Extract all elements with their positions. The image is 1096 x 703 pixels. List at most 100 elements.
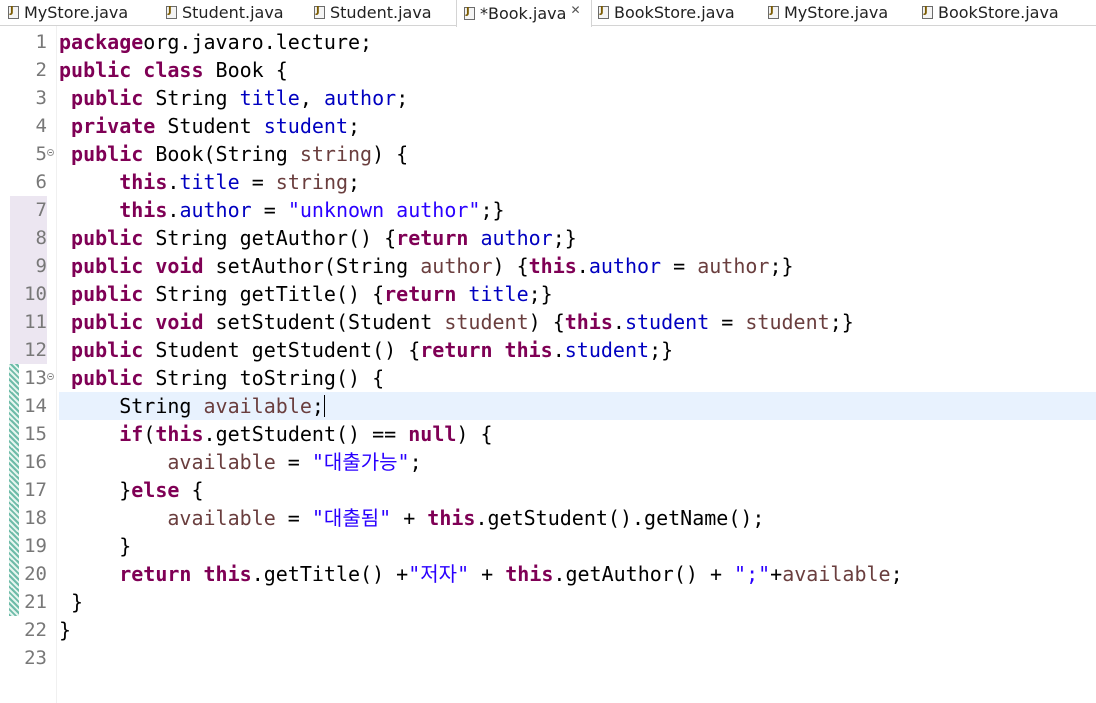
code-line[interactable]: 19 } — [0, 532, 1096, 560]
line-number: 21 — [24, 591, 47, 613]
code-line[interactable]: 7 this.author = "unknown author";} — [0, 196, 1096, 224]
line-number: 2 — [35, 59, 47, 81]
code-token: public — [71, 338, 144, 362]
code-text: private Student student; — [59, 112, 1096, 140]
code-token: + — [770, 562, 783, 586]
tab-book-java[interactable]: *Book.java ✕ — [456, 0, 592, 27]
code-token: "unknown author" — [287, 198, 481, 222]
code-token: } — [59, 618, 72, 642]
code-token: String — [59, 394, 204, 418]
code-line[interactable]: 13 public String toString() { — [0, 364, 1096, 392]
code-token: title — [468, 282, 529, 306]
code-line[interactable]: 1 packageorg.javaro.lecture; — [0, 28, 1096, 56]
fold-toggle-icon[interactable] — [47, 373, 54, 380]
text-caret — [323, 395, 325, 417]
code-token: public void — [71, 310, 204, 334]
code-token: . — [167, 170, 180, 194]
tab-label: BookStore.java — [614, 3, 735, 22]
code-token: = — [251, 198, 288, 222]
code-token: ;} — [649, 338, 674, 362]
code-text: public String title, author; — [59, 84, 1096, 112]
code-line[interactable]: 22} — [0, 616, 1096, 644]
code-line[interactable]: 2 public class Book { — [0, 56, 1096, 84]
code-text: public Book(String string) { — [59, 140, 1096, 168]
code-token: ;} — [528, 282, 553, 306]
line-number: 11 — [10, 308, 47, 336]
java-file-icon — [314, 5, 325, 19]
code-token: title — [239, 86, 300, 110]
line-number: 10 — [10, 280, 47, 308]
code-token: "저자" — [408, 562, 470, 586]
line-number: 1 — [35, 31, 47, 53]
code-token: . — [552, 338, 565, 362]
code-line[interactable]: 14 String available; — [0, 392, 1096, 420]
code-line[interactable]: 15 if(this.getStudent() == null) { — [0, 420, 1096, 448]
code-line[interactable]: 18 available = "대출됨" + this.getStudent()… — [0, 504, 1096, 532]
code-token: .getTitle() + — [251, 562, 409, 586]
code-token: "대출됨" — [311, 506, 392, 530]
code-token: ; — [396, 86, 409, 110]
code-token: . — [167, 198, 180, 222]
tab-mystore-java-2[interactable]: MyStore.java — [768, 0, 888, 25]
java-file-icon — [768, 5, 779, 19]
line-number: 16 — [24, 451, 47, 473]
code-token: .getStudent() == — [203, 422, 409, 446]
fold-toggle-icon[interactable] — [47, 149, 54, 156]
code-line[interactable]: 11 public void setStudent(Student studen… — [0, 308, 1096, 336]
tab-mystore-java-1[interactable]: MyStore.java — [8, 0, 128, 25]
code-line[interactable]: 8 public String getAuthor() {return auth… — [0, 224, 1096, 252]
code-line[interactable]: 9 public void setAuthor(String author) {… — [0, 252, 1096, 280]
java-file-icon — [8, 5, 19, 19]
code-text: public class Book { — [59, 56, 1096, 84]
tab-bookstore-java-1[interactable]: BookStore.java — [598, 0, 735, 25]
code-line[interactable]: 23 — [0, 644, 1096, 672]
code-text: if(this.getStudent() == null) { — [59, 420, 1096, 448]
code-token: .getStudent().getName(); — [475, 506, 765, 530]
code-line[interactable]: 3 public String title, author; — [0, 84, 1096, 112]
line-number: 8 — [10, 224, 47, 252]
java-file-icon — [464, 6, 475, 20]
code-token: ";" — [734, 562, 771, 586]
tab-student-java-2[interactable]: Student.java — [314, 0, 432, 25]
code-line[interactable]: 17 }else { — [0, 476, 1096, 504]
code-line[interactable]: 6 this.title = string; — [0, 168, 1096, 196]
code-token: package — [59, 30, 144, 54]
line-number: 14 — [24, 395, 47, 417]
code-text: packageorg.javaro.lecture; — [59, 28, 1096, 56]
code-token: available — [167, 506, 276, 530]
code-line[interactable]: 12 public Student getStudent() {return t… — [0, 336, 1096, 364]
code-token: ) { — [456, 422, 493, 446]
code-line[interactable]: 20 return this.getTitle() +"저자" + this.g… — [0, 560, 1096, 588]
close-icon[interactable]: ✕ — [570, 3, 580, 17]
tab-label: Student.java — [182, 3, 284, 22]
code-line[interactable]: 16 available = "대출가능"; — [0, 448, 1096, 476]
code-token: + — [469, 562, 506, 586]
line-number: 3 — [35, 87, 47, 109]
tab-student-java-1[interactable]: Student.java — [166, 0, 284, 25]
code-text: public String toString() { — [59, 364, 1096, 392]
code-line[interactable]: 10 public String getTitle() {return titl… — [0, 280, 1096, 308]
code-line[interactable]: 5 public Book(String string) { — [0, 140, 1096, 168]
code-token: public — [71, 366, 144, 390]
code-text: public Student getStudent() {return this… — [59, 336, 1096, 364]
tab-bookstore-java-2[interactable]: BookStore.java — [922, 0, 1059, 25]
code-token: author — [179, 198, 252, 222]
code-token: . — [612, 310, 625, 334]
code-text: public void setStudent(Student student) … — [59, 308, 1096, 336]
code-line[interactable]: 21 } — [0, 588, 1096, 616]
code-token: = — [239, 170, 276, 194]
code-editor[interactable]: 1 packageorg.javaro.lecture; 2 public class… — [0, 26, 1096, 703]
line-number: 5 — [35, 143, 47, 165]
code-line[interactable]: 4 private Student student; — [0, 112, 1096, 140]
editor-window: MyStore.java Student.java Student.java *… — [0, 0, 1096, 703]
code-token: org.javaro.lecture; — [143, 30, 373, 54]
code-token: setStudent(Student — [203, 310, 445, 334]
code-token: ) { — [492, 254, 529, 278]
tab-label: MyStore.java — [784, 3, 889, 22]
code-token: Book(String — [143, 142, 300, 166]
code-token: available — [167, 450, 276, 474]
